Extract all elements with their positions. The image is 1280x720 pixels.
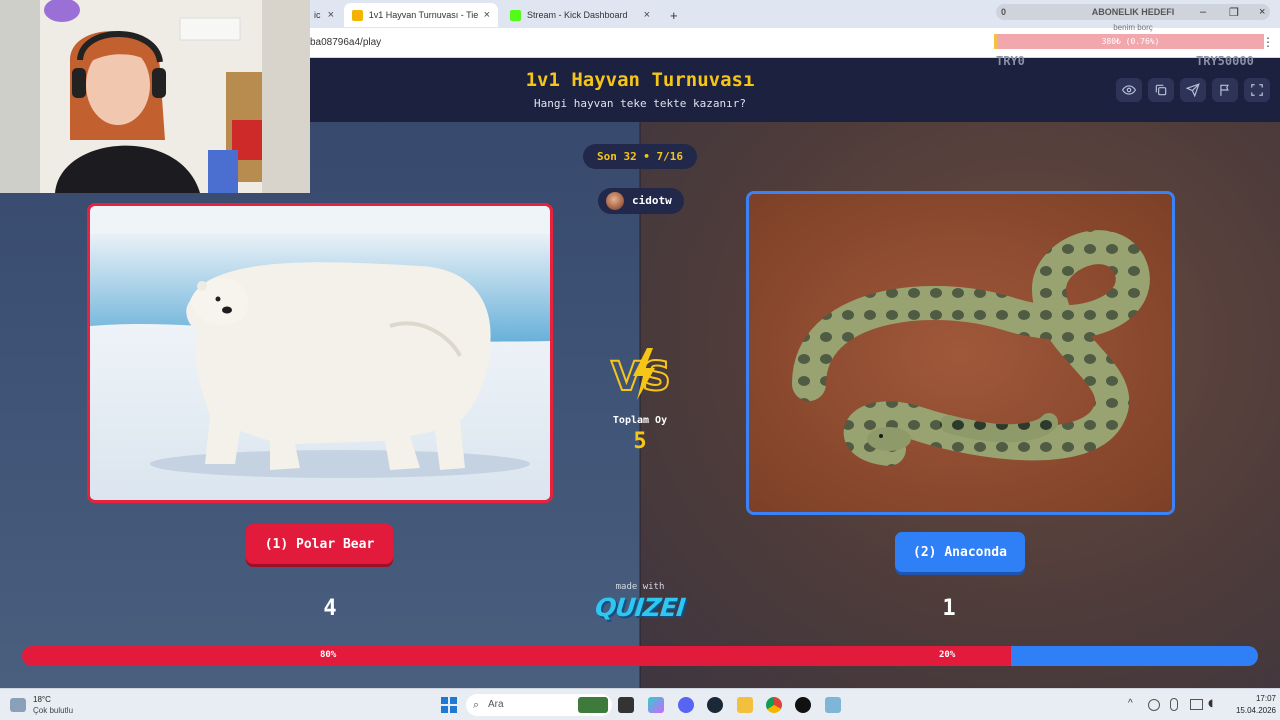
total-votes-label: Toplam Oy [612, 415, 668, 426]
app-icon[interactable] [825, 697, 841, 713]
new-tab-button[interactable]: + [662, 3, 684, 27]
webcam-overlay [0, 0, 310, 193]
taskbar-search-box[interactable]: ⌕ Ara [466, 694, 612, 716]
user-badge: cidotw [598, 188, 684, 214]
goal-min: TRY0 [996, 54, 1025, 68]
start-icon[interactable] [441, 697, 457, 713]
flag-icon [1220, 84, 1229, 96]
clock-time[interactable]: 17:07 [1228, 694, 1276, 703]
made-with-label: made with [615, 582, 665, 592]
volume-icon[interactable]: ◖ [1208, 698, 1213, 709]
kick-favicon-icon [510, 9, 521, 21]
polar-bear-percent: 80% [320, 650, 337, 660]
vote-anaconda-button[interactable]: (2) Anaconda [895, 532, 1025, 572]
copilot-icon[interactable] [648, 697, 664, 713]
task-view-icon[interactable] [618, 697, 634, 713]
weather-icon[interactable] [10, 698, 26, 712]
anaconda-vote-count: 1 [942, 596, 956, 621]
goal-subtitle: benim borç [1113, 23, 1153, 32]
share-icon [1186, 83, 1200, 97]
total-votes-value: 5 [633, 429, 647, 454]
anaconda-card[interactable] [746, 191, 1175, 515]
microphone-icon[interactable] [1170, 698, 1178, 711]
browser-tab-3[interactable]: Stream - Kick Dashboard × [502, 3, 658, 27]
browser-tab-1[interactable]: ic × [306, 3, 342, 27]
vote-result-bar: 80% 20% [22, 646, 1258, 666]
anaconda-image [749, 194, 1172, 512]
fullscreen-icon [1251, 84, 1263, 96]
search-highlight-icon [578, 697, 608, 713]
close-icon[interactable]: × [1259, 6, 1265, 18]
tab-label: ic [314, 10, 321, 20]
quizei-favicon-icon [352, 9, 363, 21]
browser-tab-active[interactable]: 1v1 Hayvan Turnuvası - Tier Lis × [344, 3, 498, 27]
streamer-webcam-image [0, 0, 310, 193]
tray-chevron-icon[interactable]: ^ [1128, 698, 1133, 709]
close-tab-icon[interactable]: × [484, 9, 490, 21]
polar-bear-image [90, 206, 550, 500]
close-tab-icon[interactable]: × [644, 9, 650, 21]
goal-max: TRY50000 [1196, 54, 1254, 68]
close-tab-icon[interactable]: × [328, 9, 334, 21]
weather-desc[interactable]: Çok bulutlu [33, 706, 73, 715]
anaconda-percent: 20% [939, 650, 956, 660]
username: cidotw [632, 194, 672, 207]
copy-icon [1155, 84, 1167, 96]
polar-bear-vote-fill [22, 646, 1011, 666]
restore-icon[interactable]: ❐ [1229, 6, 1239, 19]
round-badge: Son 32 • 7/16 [583, 144, 697, 169]
copy-button[interactable] [1148, 78, 1174, 102]
fullscreen-button[interactable] [1244, 78, 1270, 102]
share-button[interactable] [1180, 78, 1206, 102]
polar-bear-card[interactable] [87, 203, 553, 503]
vote-polar-bear-button[interactable]: (1) Polar Bear [246, 524, 393, 564]
chrome-icon[interactable] [766, 697, 782, 713]
windows-taskbar: 18°C Çok bulutlu ⌕ Ara ^ ◖ 17:07 15.04.2… [0, 688, 1280, 720]
flag-button[interactable] [1212, 78, 1238, 102]
url-text[interactable]: ba08796a4/play [310, 37, 381, 48]
network-off-icon[interactable] [1148, 699, 1160, 711]
search-placeholder: Ara [488, 699, 504, 710]
file-explorer-icon[interactable] [737, 697, 753, 713]
eye-button[interactable] [1116, 78, 1142, 102]
goal-progress-bar: 380₺ (0.76%) [994, 34, 1264, 49]
display-icon[interactable] [1190, 699, 1203, 710]
avatar [606, 192, 624, 210]
vs-lightning-icon: VS [610, 348, 672, 401]
minimize-icon[interactable]: – [1200, 6, 1206, 18]
tab-label: 1v1 Hayvan Turnuvası - Tier Lis [368, 10, 478, 20]
screen: 1v1 Hayvan Turnuvası Hangi hayvan teke t… [0, 0, 1280, 720]
polar-bear-vote-count: 4 [323, 596, 337, 621]
clock-date[interactable]: 15.04.2026 [1218, 706, 1276, 715]
steam-icon[interactable] [707, 697, 723, 713]
obs-icon[interactable] [795, 697, 811, 713]
search-icon: ⌕ [473, 699, 480, 711]
quizei-logo[interactable]: QUIZEI [588, 593, 691, 622]
goal-progress-text: 380₺ (0.76%) [1101, 37, 1160, 46]
tab-label: Stream - Kick Dashboard [527, 10, 628, 20]
discord-icon[interactable] [678, 697, 694, 713]
weather-temp[interactable]: 18°C [33, 695, 51, 704]
eye-icon [1122, 85, 1136, 95]
